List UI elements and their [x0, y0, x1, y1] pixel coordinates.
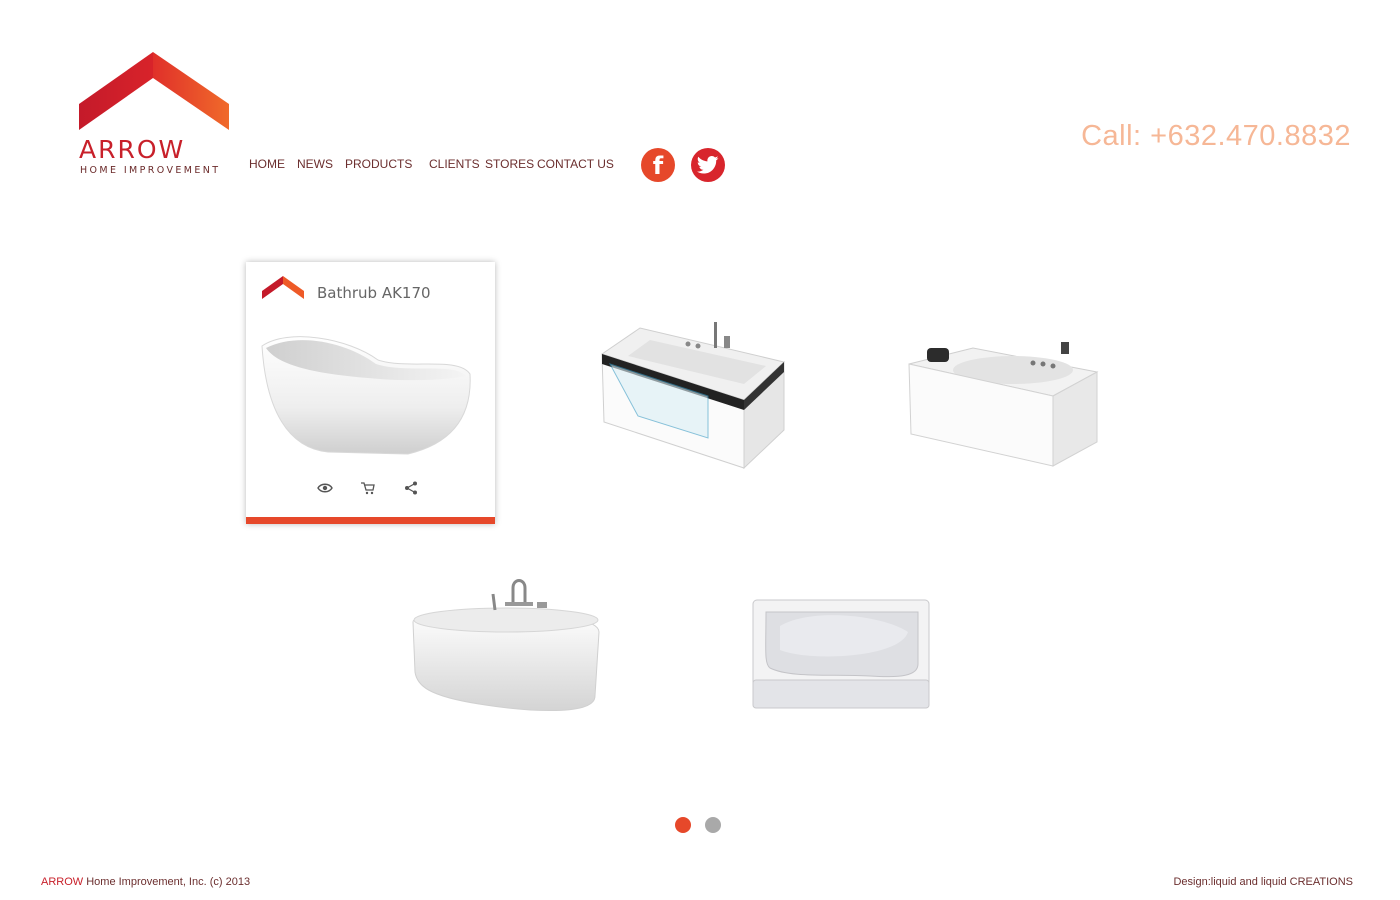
facebook-button[interactable]: f: [641, 148, 675, 182]
footer-copyright: ARROW Home Improvement, Inc. (c) 2013: [41, 876, 250, 888]
facebook-icon: f: [652, 151, 664, 180]
oval-freestanding-tub[interactable]: [409, 576, 604, 716]
cart-icon: [361, 482, 375, 495]
nav-products[interactable]: PRODUCTS: [345, 157, 412, 171]
jacuzzi-tub-with-headrest[interactable]: [903, 338, 1101, 468]
footer-brand: ARROW: [41, 876, 84, 888]
view-button[interactable]: [314, 479, 336, 497]
share-icon: [405, 481, 417, 495]
nav-clients[interactable]: CLIENTS: [429, 157, 480, 171]
page-dot-2[interactable]: [705, 817, 721, 833]
twitter-button[interactable]: [691, 148, 725, 182]
freestanding-slipper-tub-image: [261, 336, 471, 455]
page-dot-1-active[interactable]: [675, 817, 691, 833]
product-card[interactable]: Bathrub AK170: [246, 262, 495, 524]
logo-tagline: HOME IMPROVEMENT: [80, 165, 221, 176]
card-accent-bar: [246, 517, 495, 524]
nav-stores[interactable]: STORES: [485, 157, 534, 171]
nav-home[interactable]: HOME: [249, 157, 285, 171]
logo-wordmark: ARROW: [79, 135, 186, 164]
nav-news[interactable]: NEWS: [297, 157, 333, 171]
glass-panel-whirlpool-tub[interactable]: [598, 318, 788, 473]
arrow-logo[interactable]: ARROW HOME IMPROVEMENT: [79, 52, 229, 182]
card-roof-icon: [262, 276, 304, 299]
phone-number[interactable]: Call: +632.470.8832: [1081, 120, 1351, 153]
product-title: Bathrub AK170: [317, 284, 431, 302]
nav-contact-us[interactable]: CONTACT US: [537, 157, 614, 171]
twitter-icon: [697, 156, 719, 174]
drop-in-soaking-tub[interactable]: [750, 598, 932, 712]
footer-copyright-text: Home Improvement, Inc. (c) 2013: [83, 876, 251, 888]
view-icon: [317, 483, 333, 493]
share-button[interactable]: [400, 479, 422, 497]
add-to-cart-button[interactable]: [357, 479, 379, 497]
footer-credit[interactable]: Design:liquid and liquid CREATIONS: [1173, 876, 1353, 888]
logo-roof-icon: [79, 52, 229, 130]
